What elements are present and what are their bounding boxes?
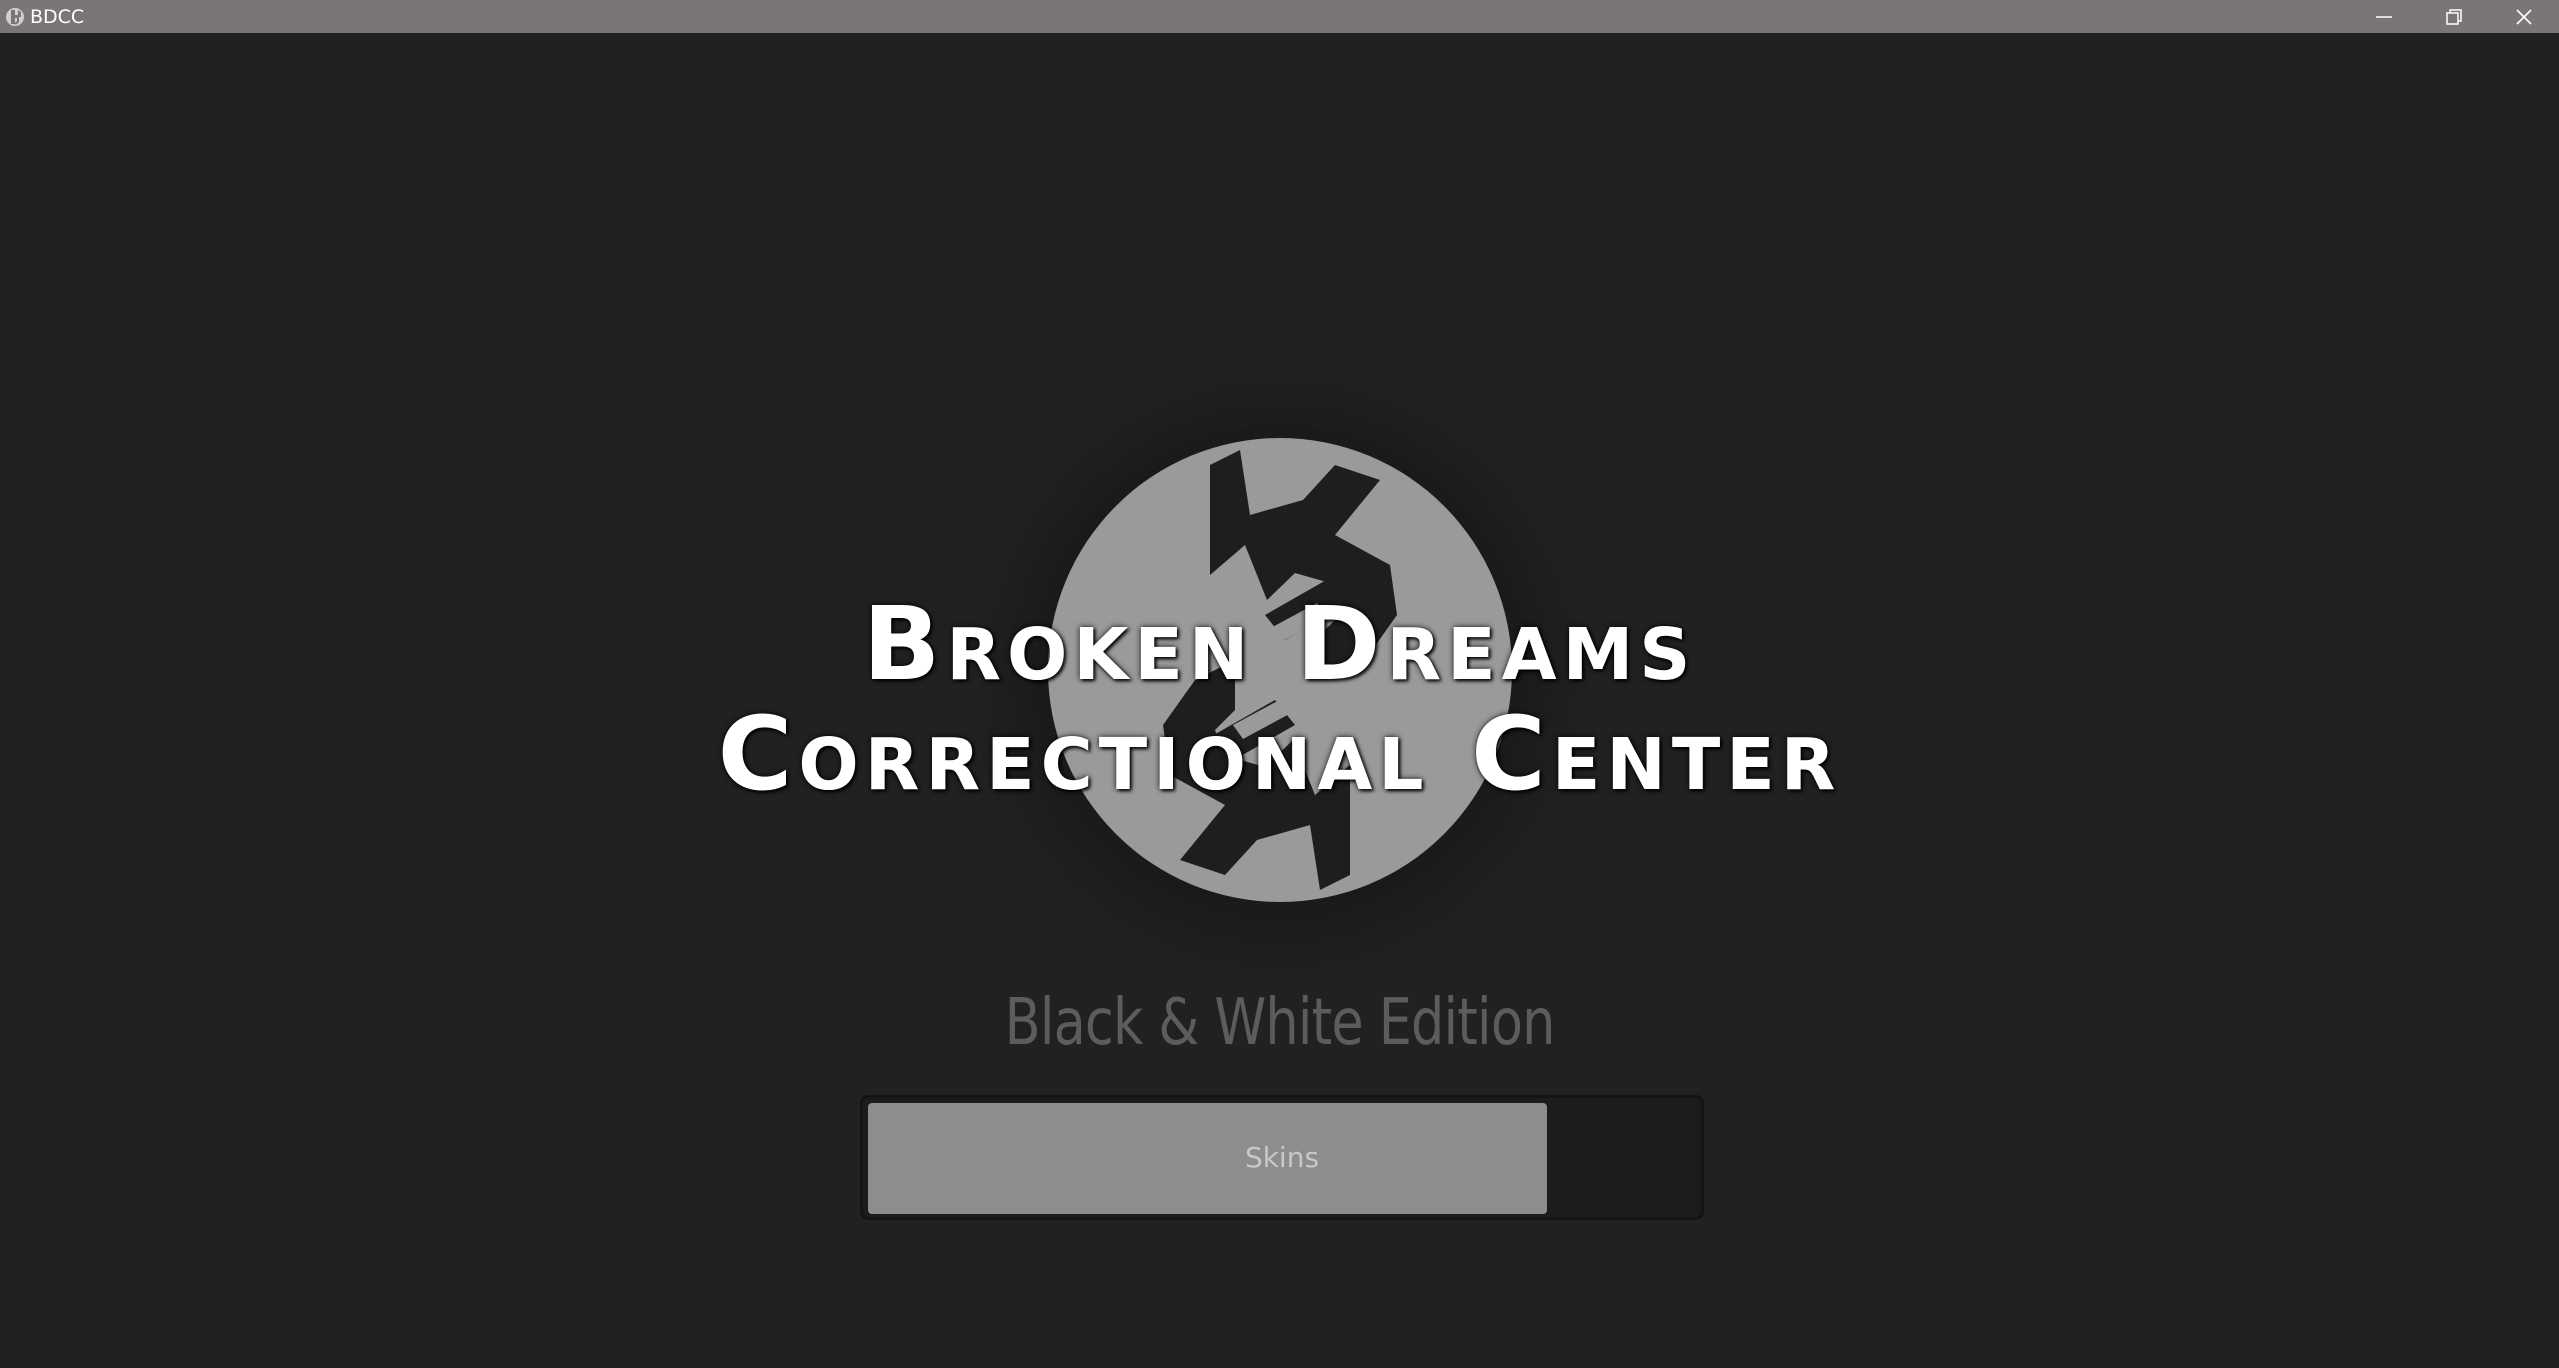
minimize-icon	[2376, 16, 2392, 18]
window-title: BDCC	[30, 6, 85, 28]
loading-progress-bar: Skins	[860, 1095, 1704, 1220]
loading-status-label: Skins	[1244, 1141, 1320, 1174]
maximize-button[interactable]	[2419, 0, 2489, 33]
minimize-button[interactable]	[2349, 0, 2419, 33]
app-logo-icon	[5, 7, 25, 27]
close-button[interactable]	[2489, 0, 2559, 33]
game-title-line-1: Broken Dreams	[862, 585, 1697, 704]
game-title-line-2: Correctional Center	[717, 695, 1842, 814]
restore-icon	[2446, 9, 2462, 25]
close-icon	[2516, 9, 2532, 25]
edition-subtitle: Black & White Edition	[1004, 986, 1556, 1060]
title-bar: BDCC	[0, 0, 2559, 33]
